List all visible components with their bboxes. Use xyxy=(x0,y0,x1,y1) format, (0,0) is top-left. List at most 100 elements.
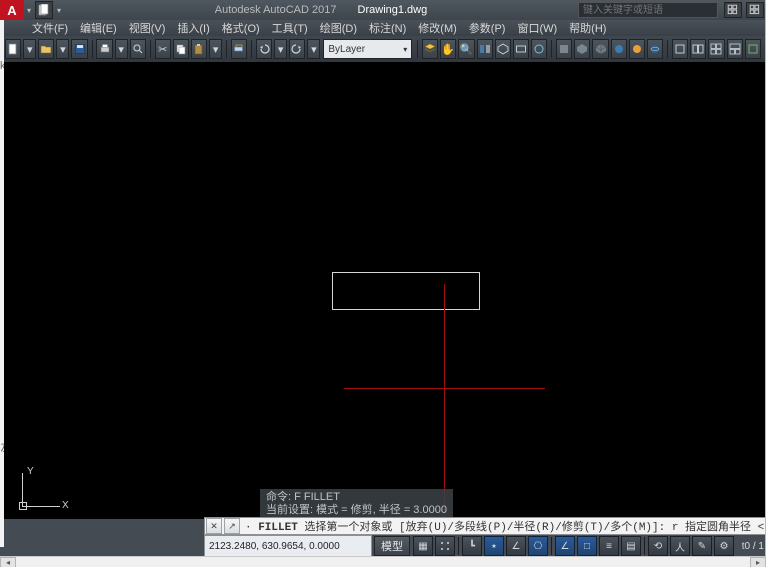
menu-edit[interactable]: 编辑(E) xyxy=(74,20,123,36)
print-icon[interactable] xyxy=(96,39,112,59)
rt-btn-11[interactable] xyxy=(672,39,688,59)
lineweight-toggle[interactable]: ≡ xyxy=(599,536,619,556)
menu-view[interactable]: 视图(V) xyxy=(123,20,172,36)
recent-doc-icon[interactable] xyxy=(35,1,53,19)
title-bar: A ▾ ▾ Autodesk AutoCAD 2017 Drawing1.dwg xyxy=(0,0,766,20)
app-menu-dropdown[interactable]: ▾ xyxy=(24,0,34,20)
rt-btn-7[interactable] xyxy=(592,39,608,59)
print-dropdown[interactable]: ▾ xyxy=(115,39,128,59)
separator xyxy=(150,40,151,58)
menu-insert[interactable]: 插入(I) xyxy=(171,20,215,36)
rt-btn-10[interactable] xyxy=(647,39,663,59)
ortho-toggle[interactable]: ┗ xyxy=(462,536,482,556)
new-icon[interactable] xyxy=(5,39,21,59)
paste-dropdown[interactable]: ▾ xyxy=(209,39,222,59)
copy-icon[interactable] xyxy=(173,39,189,59)
drawn-rectangle xyxy=(332,272,480,310)
status-bar: 2123.2480, 630.9654, 0.0000 模型 ▦ ┗ ⭑ ∠ ⎔… xyxy=(204,535,766,557)
rt-btn-5[interactable] xyxy=(556,39,572,59)
cmd-name: FILLET xyxy=(258,522,298,534)
object-snap-toggle[interactable]: □ xyxy=(577,536,597,556)
menu-modify[interactable]: 修改(M) xyxy=(412,20,463,36)
rt-btn-9[interactable] xyxy=(629,39,645,59)
search-input[interactable] xyxy=(578,2,718,18)
redo-dropdown[interactable]: ▾ xyxy=(307,39,320,59)
scroll-left-arrow[interactable]: ◂ xyxy=(0,557,16,567)
cmdlog-line1: 命令: F FILLET xyxy=(266,491,447,504)
otrack-toggle[interactable]: ∠ xyxy=(555,536,575,556)
undo-icon[interactable] xyxy=(256,39,272,59)
toolbar: ▾ ▾ ▾ ✂ ▾ ▾ ▾ ByLayer▾ ✋ 🔍 xyxy=(0,36,766,63)
rt-btn-13[interactable] xyxy=(708,39,724,59)
crosshair-vertical xyxy=(444,284,445,519)
menu-file[interactable]: 文件(F) xyxy=(26,20,74,36)
rt-btn-3[interactable] xyxy=(513,39,529,59)
menu-param[interactable]: 参数(P) xyxy=(463,20,512,36)
command-input[interactable]: · FILLET 选择第一个对象或 [放弃(U)/多段线(P)/半径(R)/修剪… xyxy=(241,518,765,534)
qat-dropdown[interactable]: ▾ xyxy=(54,0,64,20)
transparency-toggle[interactable]: ▤ xyxy=(621,536,641,556)
model-tab[interactable]: 模型 xyxy=(374,536,410,556)
status-right: t0 / 1 xyxy=(742,535,766,557)
drawing-canvas[interactable]: Y X 命令: F FILLET 当前设置: 模式 = 修剪, 半径 = 3.0… xyxy=(4,62,766,519)
open-dropdown[interactable]: ▾ xyxy=(56,39,69,59)
cmd-recent-icon[interactable]: ↗ xyxy=(224,518,240,534)
undo-dropdown[interactable]: ▾ xyxy=(274,39,287,59)
rt-btn-14[interactable] xyxy=(727,39,743,59)
paste-icon[interactable] xyxy=(191,39,207,59)
rt-btn-6[interactable] xyxy=(574,39,590,59)
separator xyxy=(667,40,668,58)
osnap-toggle[interactable]: ⎔ xyxy=(528,536,548,556)
scroll-track[interactable] xyxy=(16,557,750,567)
scroll-right-arrow[interactable]: ▸ xyxy=(750,557,766,567)
menu-format[interactable]: 格式(O) xyxy=(216,20,266,36)
minimize-icon[interactable] xyxy=(724,2,742,18)
rt-btn-8[interactable] xyxy=(611,39,627,59)
product-name: Autodesk AutoCAD 2017 xyxy=(215,4,337,16)
annotation-toggle[interactable]: ✎ xyxy=(692,536,712,556)
restore-icon[interactable] xyxy=(746,2,764,18)
coordinates-readout[interactable]: 2123.2480, 630.9654, 0.0000 xyxy=(204,535,372,557)
linetype-combo[interactable]: ByLayer▾ xyxy=(323,39,412,59)
cmd-close-icon[interactable]: ✕ xyxy=(206,518,222,534)
layer-icon[interactable] xyxy=(422,39,438,59)
title-text: Autodesk AutoCAD 2017 Drawing1.dwg xyxy=(64,4,578,16)
match-icon[interactable] xyxy=(231,39,247,59)
save-icon[interactable] xyxy=(71,39,87,59)
app-logo[interactable]: A xyxy=(0,0,24,20)
new-dropdown[interactable]: ▾ xyxy=(23,39,36,59)
polar-toggle[interactable]: ⭑ xyxy=(484,536,504,556)
status-right-text: t0 / 1 xyxy=(742,541,764,552)
separator xyxy=(417,40,418,58)
menu-tools[interactable]: 工具(T) xyxy=(266,20,314,36)
rt-btn-15[interactable] xyxy=(745,39,761,59)
preview-icon[interactable] xyxy=(130,39,146,59)
horizontal-scrollbar[interactable]: ◂ ▸ xyxy=(0,556,766,567)
separator xyxy=(551,537,552,555)
redo-icon[interactable] xyxy=(289,39,305,59)
command-history: 命令: F FILLET 当前设置: 模式 = 修剪, 半径 = 3.0000 xyxy=(260,489,453,519)
annotation-scale[interactable]: 人 xyxy=(670,536,690,556)
rt-btn-1[interactable] xyxy=(477,39,493,59)
pan-icon[interactable]: ✋ xyxy=(440,39,456,59)
crosshair-horizontal xyxy=(344,388,545,389)
cycling-toggle[interactable]: ⟲ xyxy=(648,536,668,556)
separator xyxy=(551,40,552,58)
grid-toggle[interactable]: ▦ xyxy=(413,536,433,556)
rt-btn-12[interactable] xyxy=(690,39,706,59)
zoom-icon[interactable]: 🔍 xyxy=(458,39,474,59)
rt-btn-4[interactable] xyxy=(531,39,547,59)
ucs-y-label: Y xyxy=(27,466,34,477)
workspace-switch[interactable]: ⚙ xyxy=(714,536,734,556)
menu-window[interactable]: 窗口(W) xyxy=(511,20,563,36)
rt-btn-2[interactable] xyxy=(495,39,511,59)
menu-draw[interactable]: 绘图(D) xyxy=(314,20,363,36)
iso-toggle[interactable]: ∠ xyxy=(506,536,526,556)
menu-help[interactable]: 帮助(H) xyxy=(563,20,612,36)
open-icon[interactable] xyxy=(38,39,54,59)
menu-dimension[interactable]: 标注(N) xyxy=(363,20,412,36)
snap-toggle[interactable] xyxy=(435,536,455,556)
command-line[interactable]: ✕ ↗ · FILLET 选择第一个对象或 [放弃(U)/多段线(P)/半径(R… xyxy=(204,517,766,535)
cut-icon[interactable]: ✂ xyxy=(155,39,171,59)
separator xyxy=(226,40,227,58)
